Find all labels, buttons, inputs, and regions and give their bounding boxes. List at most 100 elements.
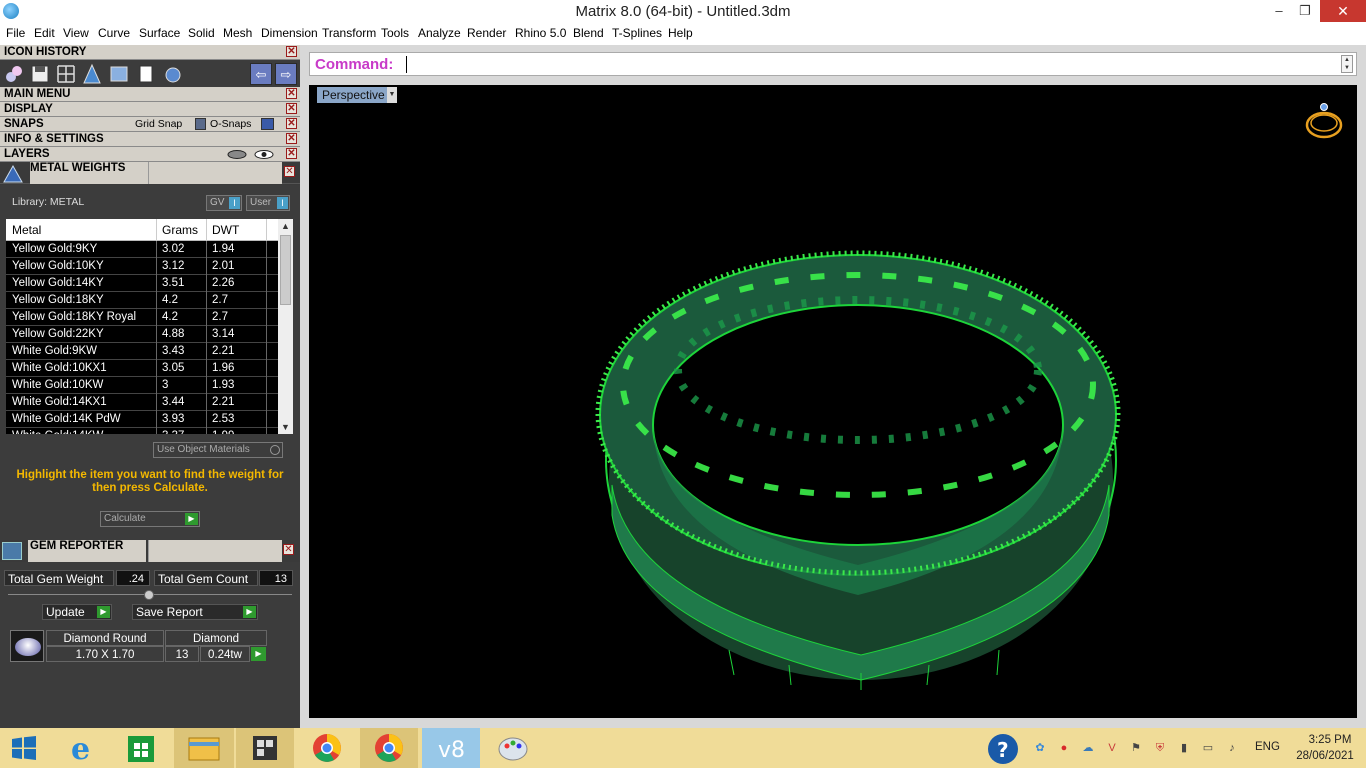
column-grams[interactable]: Grams: [162, 223, 198, 237]
menu-tsplines[interactable]: T-Splines: [612, 26, 662, 40]
menu-blend[interactable]: Blend: [573, 26, 604, 40]
table-row[interactable]: White Gold:14K PdW 3.93 2.53: [6, 411, 278, 428]
chrome-icon[interactable]: [298, 728, 356, 768]
grid-snap-toggle[interactable]: Grid Snap: [135, 117, 182, 131]
table-row[interactable]: Yellow Gold:9KY 3.02 1.94: [6, 241, 278, 258]
menu-help[interactable]: Help: [668, 26, 693, 40]
scroll-up-icon[interactable]: ▲: [278, 219, 293, 233]
store-icon[interactable]: [112, 728, 170, 768]
table-row[interactable]: Yellow Gold:18KY Royal 4.2 2.7: [6, 309, 278, 326]
menu-mesh[interactable]: Mesh: [223, 26, 252, 40]
table-row[interactable]: Yellow Gold:22KY 4.88 3.14: [6, 326, 278, 343]
user-toggle[interactable]: User I: [246, 195, 290, 211]
gem-size[interactable]: 1.70 X 1.70: [46, 646, 164, 662]
close-icon[interactable]: ✕: [286, 88, 297, 99]
menu-solid[interactable]: Solid: [188, 26, 215, 40]
tray-app-icon[interactable]: ✿: [1032, 740, 1048, 756]
language-indicator[interactable]: ENG: [1255, 741, 1280, 753]
main-menu-header[interactable]: MAIN MENU ✕: [0, 87, 300, 102]
command-input[interactable]: [406, 56, 1336, 73]
tray-flag-icon[interactable]: ⚑: [1128, 740, 1144, 756]
menu-transform[interactable]: Transform: [322, 26, 376, 40]
menu-dimension[interactable]: Dimension: [261, 26, 318, 40]
gem-shape[interactable]: Diamond Round: [46, 630, 164, 646]
menu-view[interactable]: View: [63, 26, 89, 40]
close-icon[interactable]: ✕: [286, 118, 297, 129]
info-settings-header[interactable]: INFO & SETTINGS ✕: [0, 132, 300, 147]
calculate-button[interactable]: Calculate ▶: [100, 511, 200, 527]
update-button[interactable]: Update ▶: [42, 604, 112, 620]
column-dwt[interactable]: DWT: [212, 223, 239, 237]
table-row[interactable]: White Gold:10KX1 3.05 1.96: [6, 360, 278, 377]
close-icon[interactable]: ✕: [286, 46, 297, 57]
ring-model[interactable]: [309, 85, 1357, 718]
tray-antivirus-icon[interactable]: V: [1104, 740, 1120, 756]
clock-time[interactable]: 3:25 PM: [1300, 734, 1360, 746]
vs-app-icon[interactable]: v8: [422, 728, 480, 768]
save-report-button[interactable]: Save Report ▶: [132, 604, 258, 620]
table-row[interactable]: White Gold:14KX1 3.44 2.21: [6, 394, 278, 411]
menu-analyze[interactable]: Analyze: [418, 26, 461, 40]
eye-closed-icon[interactable]: [226, 149, 248, 160]
clock-date[interactable]: 28/06/2021: [1290, 750, 1360, 762]
gem-count[interactable]: 13: [165, 646, 199, 662]
table-row[interactable]: White Gold:9KW 3.43 2.21: [6, 343, 278, 360]
display-header[interactable]: DISPLAY ✕: [0, 102, 300, 117]
command-history-spinner[interactable]: ▲ ▼: [1341, 55, 1353, 73]
menu-render[interactable]: Render: [467, 26, 506, 40]
gv-toggle[interactable]: GV I: [206, 195, 242, 211]
eye-icon[interactable]: [253, 149, 275, 160]
gem-setting-tool-icon[interactable]: [162, 63, 184, 85]
gem-type[interactable]: Diamond: [165, 630, 267, 646]
menu-tools[interactable]: Tools: [381, 26, 409, 40]
history-back-arrow-icon[interactable]: ⇦: [250, 63, 272, 85]
tray-cloud-icon[interactable]: ☁: [1080, 740, 1096, 756]
snaps-header[interactable]: SNAPS Grid Snap O-Snaps ✕: [0, 117, 300, 132]
close-icon[interactable]: ✕: [286, 103, 297, 114]
close-window-button[interactable]: ✕: [1320, 0, 1366, 22]
chrome-profile-icon[interactable]: [360, 728, 418, 768]
tray-volume-icon[interactable]: ♪: [1224, 740, 1240, 756]
document-tool-icon[interactable]: [135, 63, 157, 85]
perspective-viewport[interactable]: Perspective ▼: [309, 85, 1357, 718]
menu-surface[interactable]: Surface: [139, 26, 180, 40]
play-arrow-icon[interactable]: ▶: [251, 647, 266, 661]
tray-shield-icon[interactable]: ⛨: [1152, 740, 1168, 756]
menu-rhino[interactable]: Rhino 5.0: [515, 26, 566, 40]
use-object-materials-toggle[interactable]: Use Object Materials: [153, 442, 283, 458]
grid-tool-icon[interactable]: [55, 63, 77, 85]
icon-history-header[interactable]: ICON HISTORY ✕: [0, 45, 300, 60]
table-row[interactable]: White Gold:14KW 3.37 1.99: [6, 428, 278, 434]
viewport-name-tab[interactable]: Perspective ▼: [317, 87, 397, 103]
scroll-down-icon[interactable]: ▼: [278, 420, 293, 434]
table-row[interactable]: White Gold:10KW 3 1.93: [6, 377, 278, 394]
menu-file[interactable]: File: [6, 26, 25, 40]
close-icon[interactable]: ✕: [283, 544, 294, 555]
table-row[interactable]: Yellow Gold:18KY 4.2 2.7: [6, 292, 278, 309]
ring-navigator-icon[interactable]: [1301, 97, 1347, 143]
help-question-icon[interactable]: ?: [987, 733, 1019, 765]
o-snaps-indicator[interactable]: [261, 118, 274, 130]
close-icon[interactable]: ✕: [284, 166, 295, 177]
layers-header[interactable]: LAYERS ✕: [0, 147, 300, 162]
o-snaps-toggle[interactable]: O-Snaps: [210, 117, 251, 131]
matrix-taskbar-icon[interactable]: [236, 728, 294, 768]
internet-explorer-icon[interactable]: e: [52, 728, 110, 768]
column-metal[interactable]: Metal: [12, 223, 41, 237]
tray-battery-icon[interactable]: ▭: [1200, 740, 1216, 756]
table-row[interactable]: Yellow Gold:14KY 3.51 2.26: [6, 275, 278, 292]
close-icon[interactable]: ✕: [286, 148, 297, 159]
gem-weight[interactable]: 0.24tw: [200, 646, 250, 662]
paint-icon[interactable]: [484, 728, 542, 768]
history-forward-arrow-icon[interactable]: ⇨: [275, 63, 297, 85]
gem-tool-icon[interactable]: [3, 63, 25, 85]
windows-start-icon[interactable]: [10, 736, 38, 760]
scroll-thumb[interactable]: [280, 235, 291, 305]
scale-tool-icon[interactable]: [81, 63, 103, 85]
tray-signal-icon[interactable]: ▮: [1176, 740, 1192, 756]
file-explorer-icon[interactable]: [174, 728, 234, 768]
gem-slider-handle[interactable]: [144, 590, 154, 600]
restore-button[interactable]: ❐: [1288, 0, 1322, 22]
table-row[interactable]: Yellow Gold:10KY 3.12 2.01: [6, 258, 278, 275]
grid-snap-indicator[interactable]: [195, 118, 206, 130]
